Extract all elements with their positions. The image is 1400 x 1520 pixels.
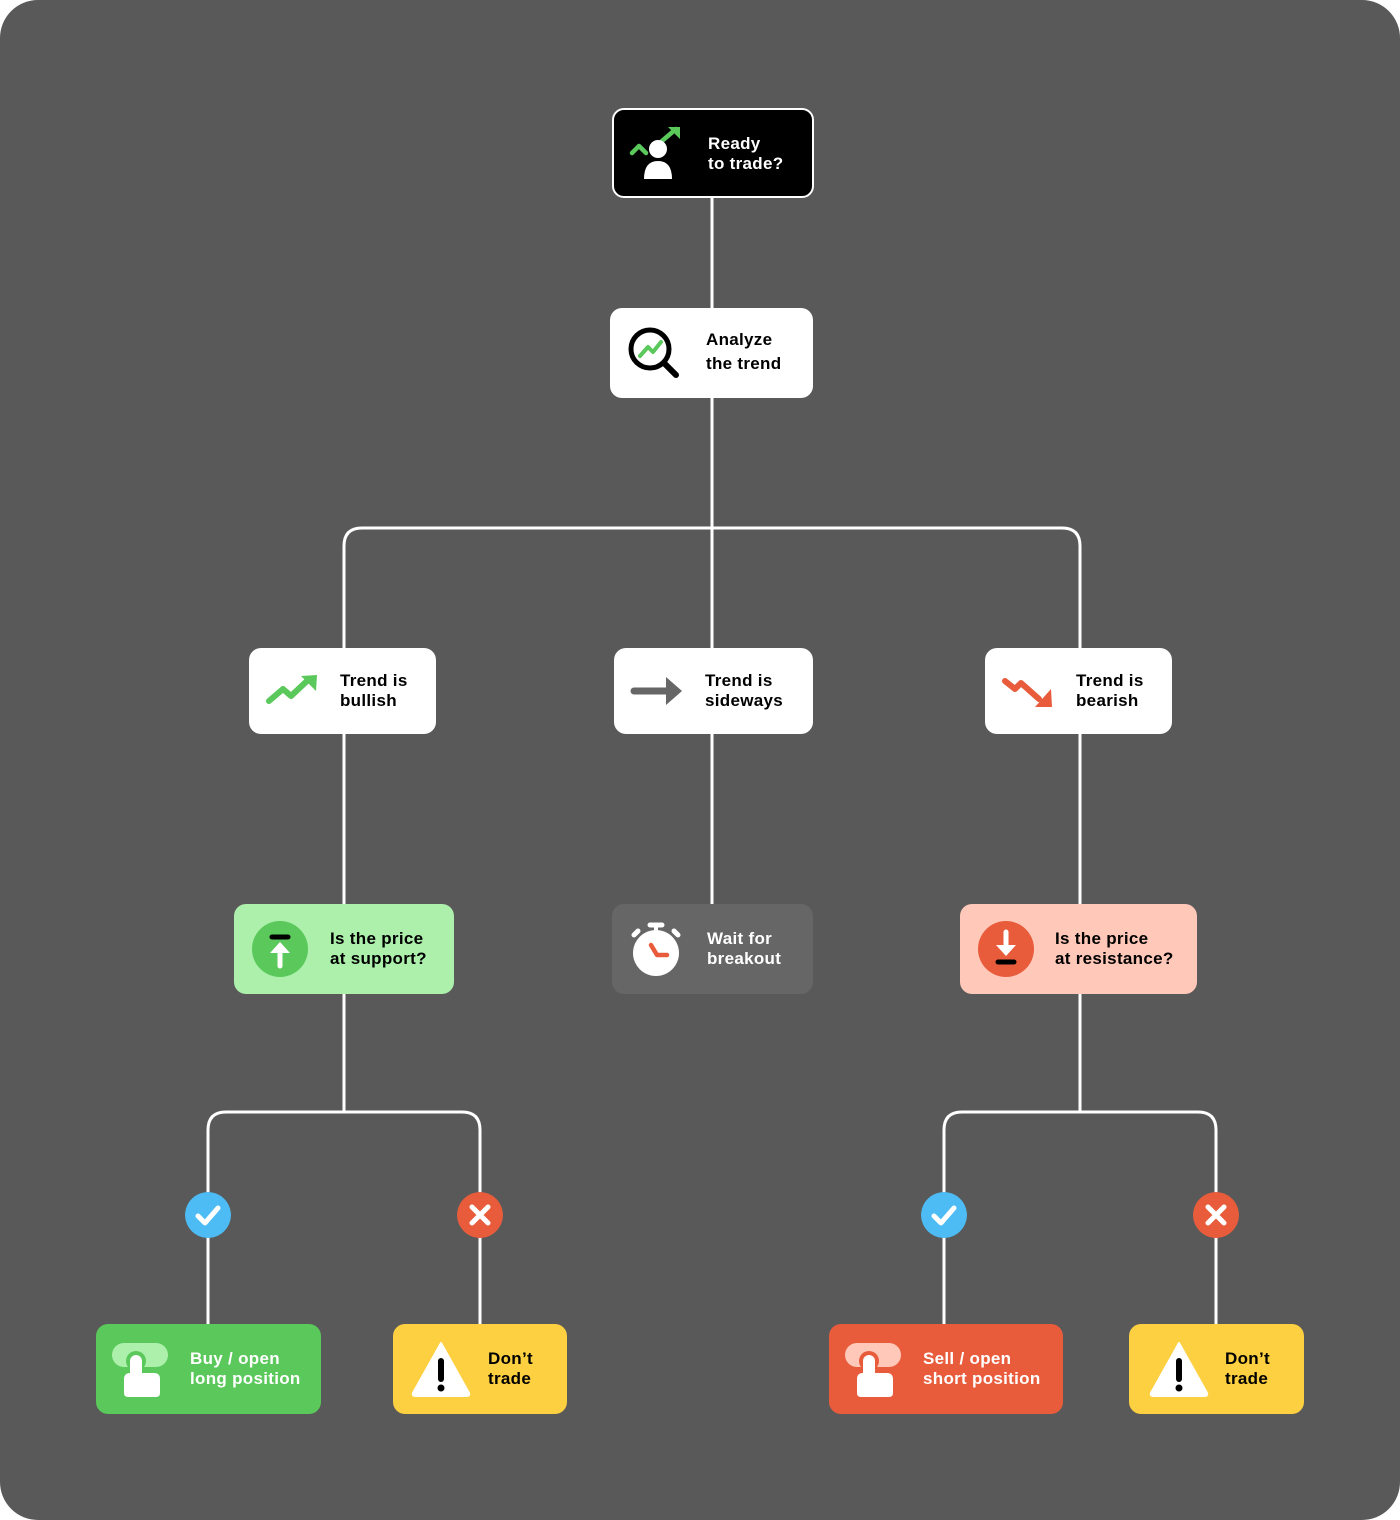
press-button-icon — [845, 1343, 901, 1397]
warning-icon — [411, 1342, 471, 1397]
node-sell-short: Sell / open short position — [829, 1324, 1063, 1414]
node-label-line1: Don’t — [1225, 1349, 1270, 1368]
node-price-at-resistance: Is the price at resistance? — [960, 904, 1197, 994]
no-badge-right — [1193, 1192, 1239, 1238]
node-label-line1: Don’t — [488, 1349, 533, 1368]
node-label-line2: to trade? — [708, 154, 784, 173]
node-wait-for-breakout: Wait for breakout — [612, 904, 813, 994]
node-dont-trade-left: Don’t trade — [393, 1324, 567, 1414]
edge-analyze-bullish — [342, 526, 712, 649]
node-label-line2: short position — [923, 1369, 1041, 1388]
node-label-line2: at resistance? — [1055, 949, 1174, 968]
node-label-line1: Is the price — [330, 929, 424, 948]
node-label-line2: bearish — [1076, 691, 1139, 710]
flowchart-canvas: Ready to trade? Analyze the trend Trend … — [0, 0, 1400, 1520]
node-buy-long: Buy / open long position — [96, 1324, 321, 1414]
node-label-line1: Sell / open — [923, 1349, 1012, 1368]
node-label-line1: Trend is — [705, 671, 773, 690]
yes-badge-right — [921, 1192, 967, 1238]
node-analyze-trend: Analyze the trend — [610, 308, 813, 398]
resistance-down-icon — [978, 921, 1034, 977]
node-label-line2: sideways — [705, 691, 784, 710]
node-label-line1: Ready — [708, 134, 761, 153]
warning-icon — [1149, 1342, 1209, 1397]
edge-analyze-bearish — [712, 526, 1082, 649]
arrow-right-icon — [630, 677, 682, 705]
trader-up-icon — [629, 126, 680, 179]
trend-up-icon — [266, 675, 317, 704]
magnifier-trend-icon — [628, 327, 679, 378]
node-label-line2: the trend — [706, 354, 782, 373]
node-label-line2: long position — [190, 1369, 301, 1388]
node-label-line1: Trend is — [1076, 671, 1144, 690]
node-label-line2: bullish — [340, 691, 397, 710]
node-label-line1: Trend is — [340, 671, 408, 690]
node-label-line1: Is the price — [1055, 929, 1149, 948]
press-button-icon — [112, 1343, 168, 1397]
yes-badge-left — [185, 1192, 231, 1238]
connector-lines — [206, 197, 1218, 1325]
node-ready-to-trade: Ready to trade? — [612, 108, 814, 198]
node-trend-bearish: Trend is bearish — [985, 648, 1172, 734]
node-trend-sideways: Trend is sideways — [614, 648, 813, 734]
node-label-line2: trade — [488, 1369, 532, 1388]
node-label-line1: Wait for — [707, 929, 773, 948]
stopwatch-icon — [631, 922, 681, 976]
node-label-line2: at support? — [330, 949, 427, 968]
support-up-icon — [252, 921, 308, 977]
node-trend-bullish: Trend is bullish — [249, 648, 436, 734]
node-label-line2: breakout — [707, 949, 782, 968]
node-label-line2: trade — [1225, 1369, 1269, 1388]
trend-down-icon — [1002, 678, 1052, 707]
node-price-at-support: Is the price at support? — [234, 904, 454, 994]
node-label-line1: Buy / open — [190, 1349, 280, 1368]
node-label-line1: Analyze — [706, 330, 773, 349]
no-badge-left — [457, 1192, 503, 1238]
node-dont-trade-right: Don’t trade — [1129, 1324, 1304, 1414]
